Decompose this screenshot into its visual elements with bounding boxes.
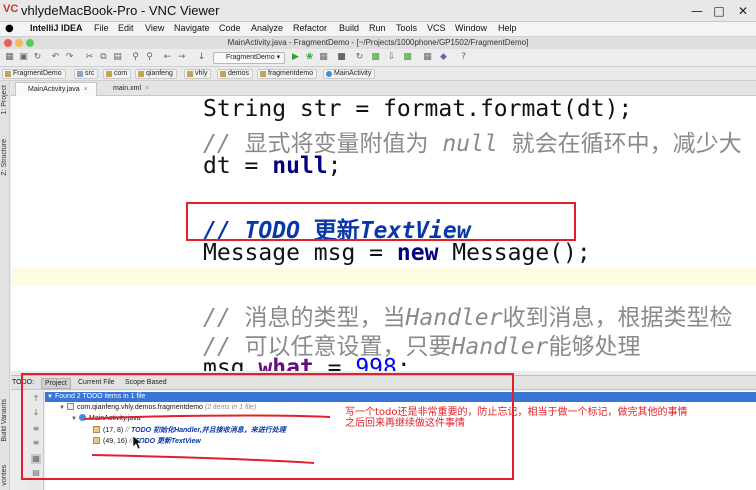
mouse-cursor-icon: [132, 435, 143, 450]
annotation-line: 之后回来再继续做这件事情: [345, 418, 465, 429]
underline-stroke: [83, 414, 331, 420]
annotation-line: 写一个todo还是非常重要的，防止忘记，相当于做一个标记，做完其他的事情: [345, 407, 688, 418]
vnc-screen: VC vhlydeMacBook-Pro - VNC Viewer — □ ✕ …: [0, 0, 756, 490]
underline-stroke: [91, 454, 315, 464]
annotation-note: 写一个todo还是非常重要的，防止忘记，相当于做一个标记，做完其他的事情 之后回…: [345, 407, 755, 429]
